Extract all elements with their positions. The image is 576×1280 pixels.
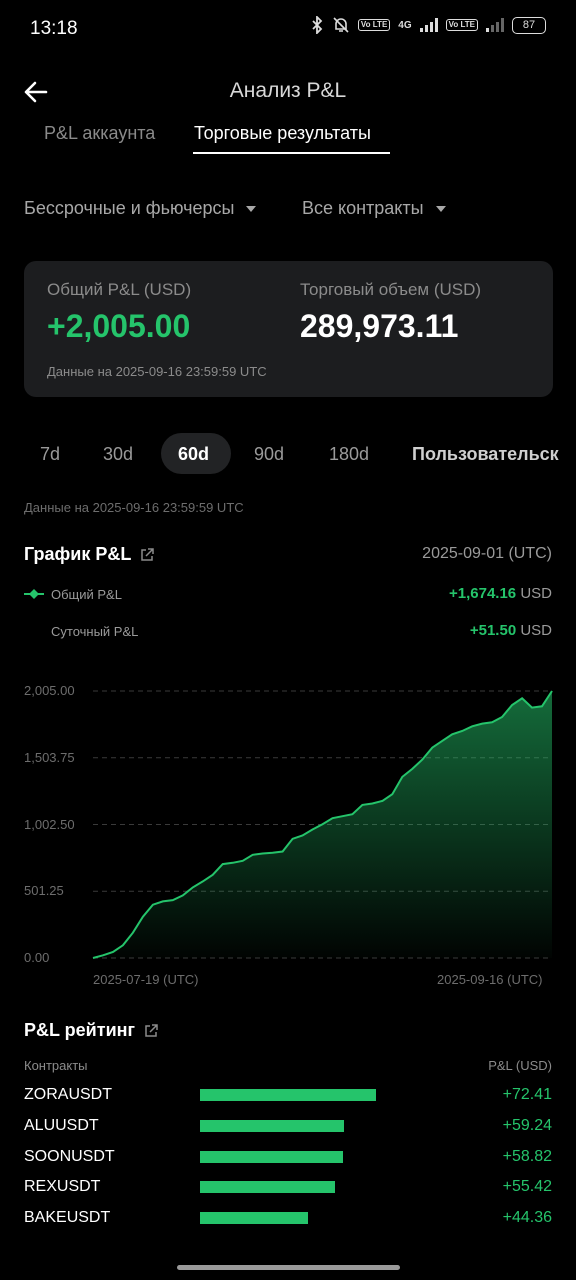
period-30d[interactable]: 30d [103, 444, 133, 465]
ranking-pnl-value: +44.36 [502, 1209, 552, 1227]
period-7d[interactable]: 7d [40, 444, 60, 465]
ranking-contract-name: ZORAUSDT [24, 1086, 112, 1103]
tab-trading-results[interactable]: Торговые результаты [194, 123, 371, 144]
period-60d[interactable]: 60d [178, 444, 209, 465]
ranking-pnl-value: +59.24 [502, 1116, 552, 1134]
ranking-contract-name: REXUSDT [24, 1178, 101, 1196]
status-time: 13:18 [30, 18, 78, 39]
active-tab-underline [193, 152, 390, 154]
bluetooth-icon [312, 16, 323, 34]
legend-daily-pnl-value: +51.50 USD [470, 622, 552, 639]
market-filter-label: Бессрочные и фьючерсы [24, 198, 235, 218]
legend-daily-pnl-unit: USD [520, 622, 552, 639]
x-tick-start: 2025-07-19 (UTC) [93, 972, 199, 987]
total-pnl-value: +2,005.00 [47, 308, 191, 344]
battery-icon: 87 [512, 16, 546, 34]
chart-selected-date: 2025-09-01 (UTC) [422, 545, 552, 562]
ranking-header-pnl: P&L (USD) [488, 1058, 552, 1073]
volte-badge-2: Vo LTE [445, 19, 478, 31]
network-type: 4G [398, 19, 412, 31]
ranking-pnl-bar [200, 1181, 335, 1194]
ranking-pnl-value: +55.42 [502, 1178, 552, 1196]
ranking-pnl-bar [200, 1212, 308, 1225]
ranking-pnl-value: +58.82 [502, 1147, 552, 1165]
contracts-filter-label: Все контракты [302, 198, 424, 218]
period-custom[interactable]: Пользовательск [412, 444, 576, 465]
bell-muted-icon [333, 17, 349, 33]
ranking-pnl-value: +72.41 [502, 1086, 552, 1103]
signal-icon [419, 18, 438, 32]
ranking-contract-name: ALUUSDT [24, 1116, 99, 1134]
page-title: Анализ P&L [229, 79, 347, 102]
total-pnl-label: Общий P&L (USD) [47, 280, 192, 299]
contracts-filter-dropdown[interactable]: Все контракты [302, 198, 446, 219]
home-indicator[interactable] [177, 1265, 400, 1270]
market-filter-dropdown[interactable]: Бессрочные и фьючерсы [24, 198, 257, 219]
legend-daily-pnl-label: Суточный P&L [51, 624, 139, 639]
ranking-pnl-bar [200, 1089, 376, 1101]
ranking-pnl-bar [200, 1150, 343, 1163]
diamond-marker-icon [24, 589, 44, 599]
summary-data-note: Данные на 2025-09-16 23:59:59 UTC [47, 364, 267, 379]
data-note: Данные на 2025-09-16 23:59:59 UTC [24, 500, 244, 515]
trading-volume-value: 289,973.11 [300, 308, 459, 344]
ranking-header-contracts: Контракты [24, 1058, 88, 1073]
pnl-chart-title-text: График P&L [24, 544, 132, 564]
trading-volume-label: Торговый объем (USD) [300, 280, 482, 299]
pnl-ranking-title: P&L рейтинг [24, 1020, 159, 1041]
legend-total-pnl-number: +1,674.16 [449, 585, 517, 602]
ranking-pnl-bar [200, 1119, 344, 1132]
pnl-area-chart[interactable] [0, 670, 576, 970]
caret-down-icon [246, 205, 257, 212]
tab-account-pnl[interactable]: P&L аккаунта [44, 123, 155, 144]
pnl-ranking-title-text: P&L рейтинг [24, 1020, 135, 1040]
volte-badge: Vo LTE [357, 19, 391, 31]
external-link-icon[interactable] [139, 547, 155, 563]
pnl-chart-title: График P&L [24, 544, 155, 565]
ranking-contract-name: BAKEUSDT [24, 1209, 111, 1227]
period-90d[interactable]: 90d [254, 444, 284, 465]
legend-total-pnl-label: Общий P&L [51, 587, 122, 602]
external-link-icon[interactable] [143, 1023, 159, 1039]
period-180d[interactable]: 180d [329, 444, 369, 465]
status-icons: Vo LTE 4G Vo LTE 87 [310, 16, 546, 34]
signal-icon-2 [486, 18, 504, 32]
x-tick-end: 2025-09-16 (UTC) [437, 972, 543, 987]
ranking-contract-name: SOONUSDT [24, 1147, 115, 1165]
legend-total-pnl-value: +1,674.16 USD [449, 585, 552, 602]
caret-down-icon [435, 205, 446, 212]
legend-daily-pnl-number: +51.50 [469, 622, 517, 639]
legend-total-pnl-unit: USD [520, 585, 552, 602]
